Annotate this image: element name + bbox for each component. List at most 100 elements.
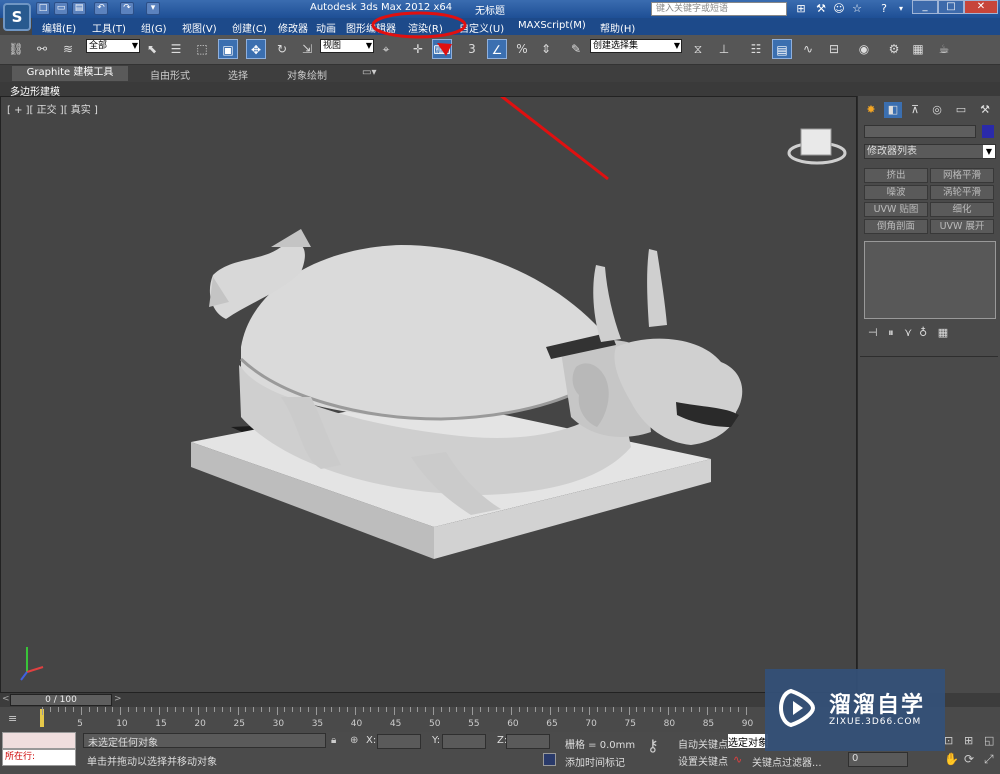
pin-stack-icon[interactable]: ⊣	[868, 326, 878, 339]
display-tab-icon[interactable]: ▭	[952, 102, 970, 118]
ruler-tick	[495, 707, 497, 712]
time-tag-icon[interactable]	[543, 753, 556, 766]
ruler-tick	[42, 707, 43, 715]
prev-frame-icon[interactable]: <	[2, 694, 10, 704]
orbit-icon[interactable]: ⟳	[964, 752, 974, 766]
grid-size: 栅格 = 0.0mm	[565, 740, 636, 751]
ruler-tick	[433, 707, 434, 715]
ruler-tick	[456, 707, 458, 712]
zoom-extents-icon[interactable]: ⊡	[944, 734, 953, 747]
ruler-tick	[300, 707, 302, 712]
modifier-uvw-map-button[interactable]: UVW 贴图	[864, 202, 928, 217]
ruler-tick	[511, 707, 513, 715]
zoom-all-icon[interactable]: ⊞	[964, 734, 973, 747]
time-slider-thumb[interactable]: 0 / 100	[10, 694, 112, 706]
selection-status-field: 未选定任何对象	[83, 733, 326, 749]
ruler-tick	[221, 707, 223, 712]
show-end-result-icon[interactable]: ⏸	[888, 326, 894, 339]
pan-view-icon[interactable]: ✋	[944, 752, 959, 766]
prompt-line: 单击并拖动以选择并移动对象	[87, 757, 217, 768]
ruler-tick	[698, 707, 700, 712]
remove-modifier-icon[interactable]: ♁	[919, 326, 927, 339]
modifier-unwrap-uvw-button[interactable]: UVW 展开	[930, 219, 994, 234]
ruler-tick	[714, 707, 716, 712]
maximize-viewport-icon[interactable]: ⤢	[984, 752, 994, 767]
ruler-tick	[378, 707, 380, 712]
object-name-field[interactable]	[864, 125, 976, 138]
modifier-tessellate-button[interactable]: 细化	[930, 202, 994, 217]
ruler-tick	[558, 707, 560, 712]
lock-selection-icon[interactable]: 🔒︎	[331, 735, 336, 746]
modifier-meshsmooth-button[interactable]: 网格平滑	[930, 168, 994, 183]
ruler-tick	[268, 707, 270, 712]
add-time-tag[interactable]: 添加时间标记	[565, 754, 625, 769]
ruler-tick	[315, 707, 317, 715]
modifier-turbosmooth-button[interactable]: 涡轮平滑	[930, 185, 994, 200]
ruler-tick	[667, 707, 669, 715]
ruler-tick	[417, 707, 419, 712]
ruler-tick	[284, 707, 286, 712]
ruler-tick	[519, 707, 521, 712]
modifier-list-dropdown[interactable]: 修改器列表 ▼	[864, 144, 996, 159]
ruler-tick	[644, 707, 646, 712]
ruler-tick	[386, 707, 388, 712]
perspective-viewport[interactable]: [ + ][ 正交 ][ 真实 ]	[0, 96, 857, 693]
modifier-bevel-profile-button[interactable]: 倒角剖面	[864, 219, 928, 234]
ruler-tick	[174, 707, 176, 712]
x-coordinate-field[interactable]	[377, 734, 421, 749]
maxscript-listener[interactable]	[2, 732, 76, 749]
ruler-tick	[503, 707, 505, 712]
ruler-tick	[112, 707, 114, 712]
key-filters-button[interactable]: 关键点过滤器...	[752, 754, 822, 769]
ruler-tick	[393, 707, 395, 715]
create-tab-icon[interactable]: ✸	[862, 102, 880, 118]
watermark-title: 溜溜自学	[829, 693, 926, 718]
ruler-tick	[159, 707, 161, 715]
make-unique-icon[interactable]: ⋎	[904, 326, 912, 339]
modifier-noise-button[interactable]: 噪波	[864, 185, 928, 200]
viewcube-icon[interactable]	[800, 128, 832, 156]
ruler-tick	[323, 707, 325, 712]
ruler-tick	[182, 707, 184, 712]
modifier-stack-list[interactable]	[864, 241, 996, 319]
selected-object-dropdown[interactable]: 选定对象	[728, 734, 768, 748]
ruler-tick	[464, 707, 466, 712]
ruler-tick	[88, 707, 90, 712]
configure-modifier-sets-icon[interactable]: ▦	[938, 326, 948, 339]
ruler-tick	[479, 707, 481, 712]
field-of-view-icon[interactable]: ◱	[984, 734, 994, 747]
ruler-tick	[167, 707, 169, 712]
ruler-tick	[472, 707, 474, 715]
set-key-button[interactable]: 设置关键点	[678, 753, 728, 768]
modifier-extrude-button[interactable]: 挤出	[864, 168, 928, 183]
ruler-tick	[440, 707, 442, 712]
stack-controls: ⊣ ⏸ ⋎ ♁ ▦	[868, 326, 948, 340]
auto-key-button[interactable]: 自动关键点	[678, 736, 728, 751]
ruler-tick	[675, 707, 677, 712]
dragon-horn-right	[647, 249, 667, 327]
ruler-tick	[628, 707, 630, 715]
running-status: 所在行:	[2, 749, 76, 766]
ruler-tick-label: 10	[116, 719, 128, 729]
key-mode-icon[interactable]: ∿	[733, 753, 742, 766]
ruler-tick-label: 50	[429, 719, 441, 729]
ruler-tick	[620, 707, 622, 712]
ruler-tick-label: 90	[741, 719, 754, 729]
absolute-mode-icon[interactable]: ⊕	[350, 735, 358, 746]
mini-curve-editor-icon[interactable]: ≡	[8, 712, 24, 726]
current-frame-field[interactable]: 0	[848, 752, 908, 767]
modify-tab-icon[interactable]: ◧	[884, 102, 902, 118]
z-coordinate-field[interactable]	[506, 734, 550, 749]
next-frame-icon[interactable]: >	[114, 694, 122, 704]
object-color-swatch[interactable]	[982, 125, 994, 138]
key-icon[interactable]: ⚷	[647, 736, 659, 755]
y-coordinate-field[interactable]	[442, 734, 486, 749]
y-label: Y:	[432, 735, 441, 746]
axis-x	[26, 666, 44, 673]
ruler-tick	[597, 707, 599, 712]
ruler-tick-label: 45	[389, 719, 402, 729]
selection-status: 未选定任何对象	[88, 738, 158, 749]
motion-tab-icon[interactable]: ◎	[928, 102, 946, 118]
hierarchy-tab-icon[interactable]: ⊼	[906, 102, 924, 118]
utilities-tab-icon[interactable]: ⚒	[976, 102, 994, 118]
